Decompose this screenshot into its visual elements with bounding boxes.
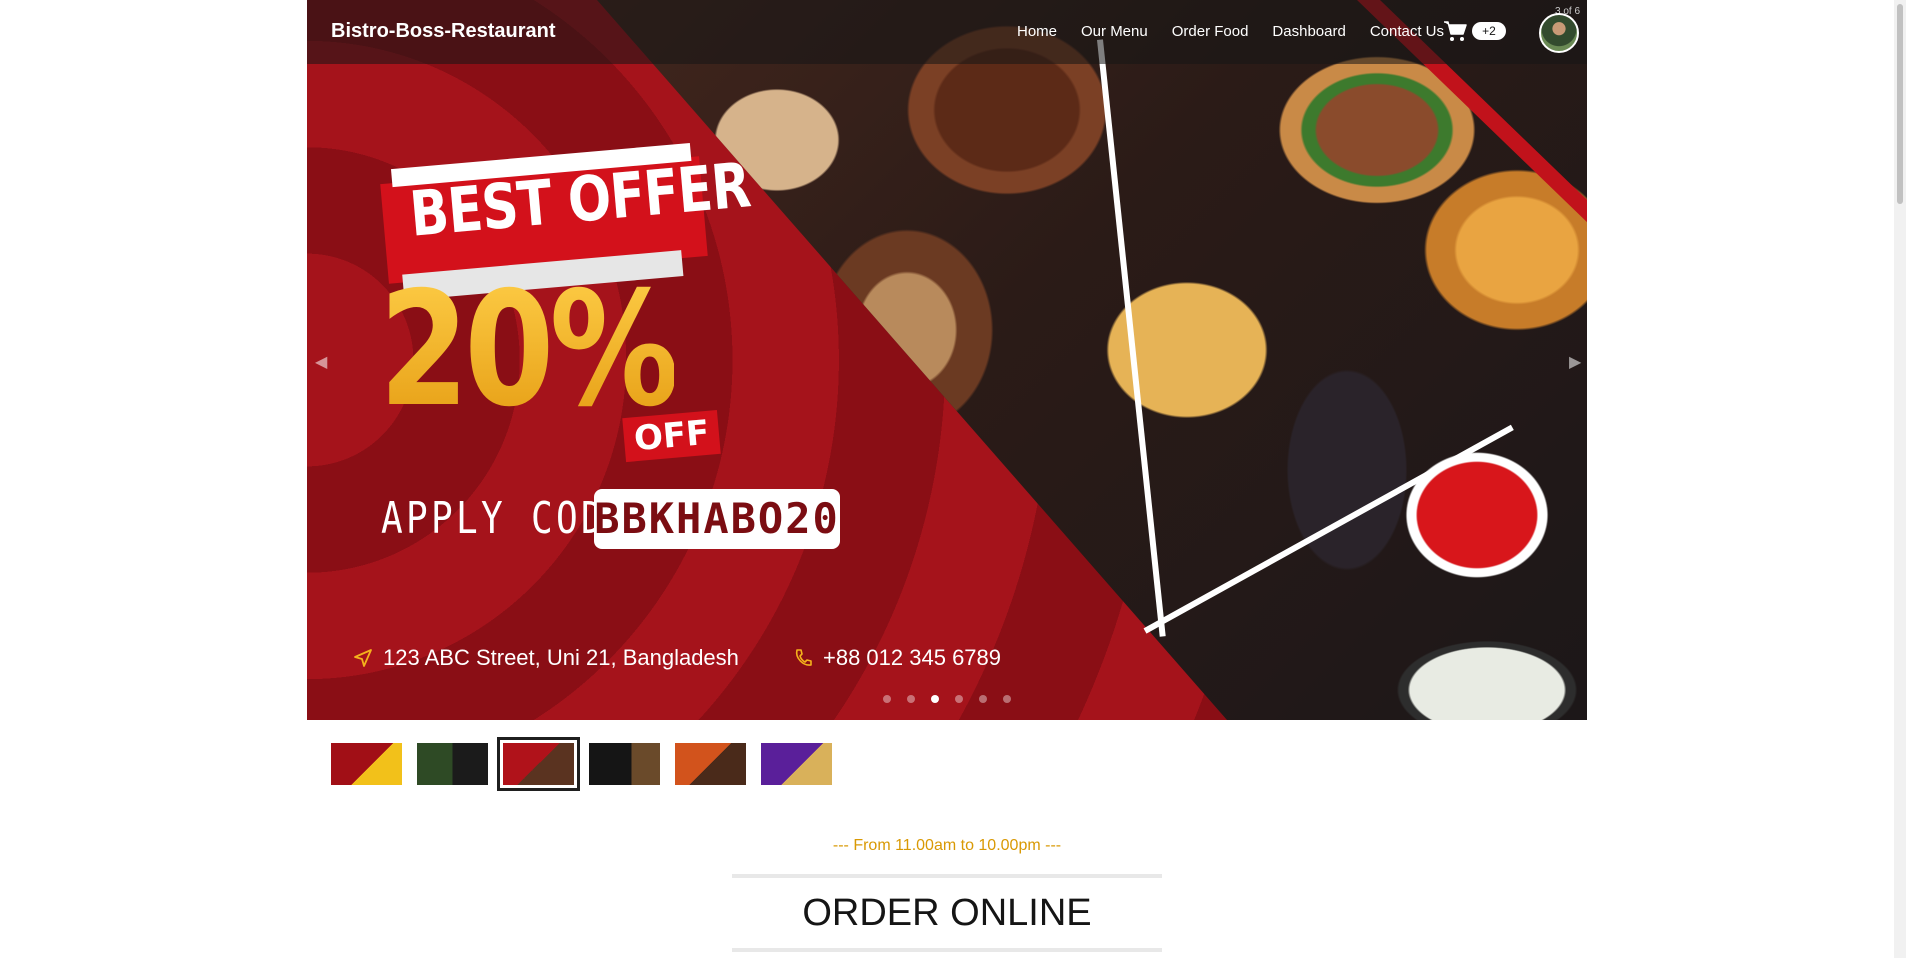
thumbnail-6[interactable]: [761, 743, 832, 785]
carousel-dot[interactable]: [955, 695, 963, 703]
hero-carousel: BEST OFFER 20% OFF APPLY CODE BBKHABO20 …: [307, 0, 1587, 720]
nav-menu: Home Our Menu Order Food Dashboard Conta…: [1017, 23, 1444, 40]
brand-name[interactable]: Bistro-Boss-Restaurant: [331, 20, 555, 43]
address-info: 123 ABC Street, Uni 21, Bangladesh: [353, 645, 739, 671]
prev-arrow-icon[interactable]: ◀: [315, 352, 327, 372]
thumbnail-4[interactable]: [589, 743, 660, 785]
phone-text: +88 012 345 6789: [823, 645, 1002, 670]
nav-home[interactable]: Home: [1017, 23, 1057, 40]
carousel-dot[interactable]: [1003, 695, 1011, 703]
carousel-dots: [883, 695, 1011, 703]
carousel-dot-active[interactable]: [931, 695, 939, 703]
section-subheading: --- From 11.00am to 10.00pm ---: [832, 837, 1062, 854]
next-arrow-icon[interactable]: ▶: [1569, 352, 1581, 372]
carousel-thumbnails: [331, 737, 832, 791]
scrollbar-thumb[interactable]: [1897, 4, 1903, 204]
thumbnail-1[interactable]: [331, 743, 402, 785]
off-label: OFF: [622, 409, 722, 463]
promo-code: BBKHABO20: [594, 489, 840, 549]
page-scrollbar[interactable]: [1894, 0, 1906, 958]
navbar: Bistro-Boss-Restaurant Home Our Menu Ord…: [307, 0, 1587, 64]
user-avatar[interactable]: [1539, 13, 1579, 53]
carousel-dot[interactable]: [907, 695, 915, 703]
carousel-dot[interactable]: [979, 695, 987, 703]
phone-icon: [795, 649, 812, 666]
phone-info: +88 012 345 6789: [793, 645, 1001, 671]
nav-dashboard[interactable]: Dashboard: [1272, 23, 1345, 40]
carousel-dot[interactable]: [883, 695, 891, 703]
thumbnail-2[interactable]: [417, 743, 488, 785]
cart-badge[interactable]: +2: [1472, 22, 1506, 40]
nav-order-food[interactable]: Order Food: [1172, 23, 1249, 40]
nav-contact-us[interactable]: Contact Us: [1370, 23, 1444, 40]
cart-icon[interactable]: [1443, 20, 1467, 42]
thumbnail-3[interactable]: [497, 737, 580, 791]
nav-our-menu[interactable]: Our Menu: [1081, 23, 1148, 40]
thumbnail-5[interactable]: [675, 743, 746, 785]
section-heading: ORDER ONLINE: [732, 874, 1162, 952]
navigation-arrow-icon: [354, 649, 372, 667]
address-text: 123 ABC Street, Uni 21, Bangladesh: [383, 645, 739, 670]
discount-value: 20%: [379, 258, 679, 442]
